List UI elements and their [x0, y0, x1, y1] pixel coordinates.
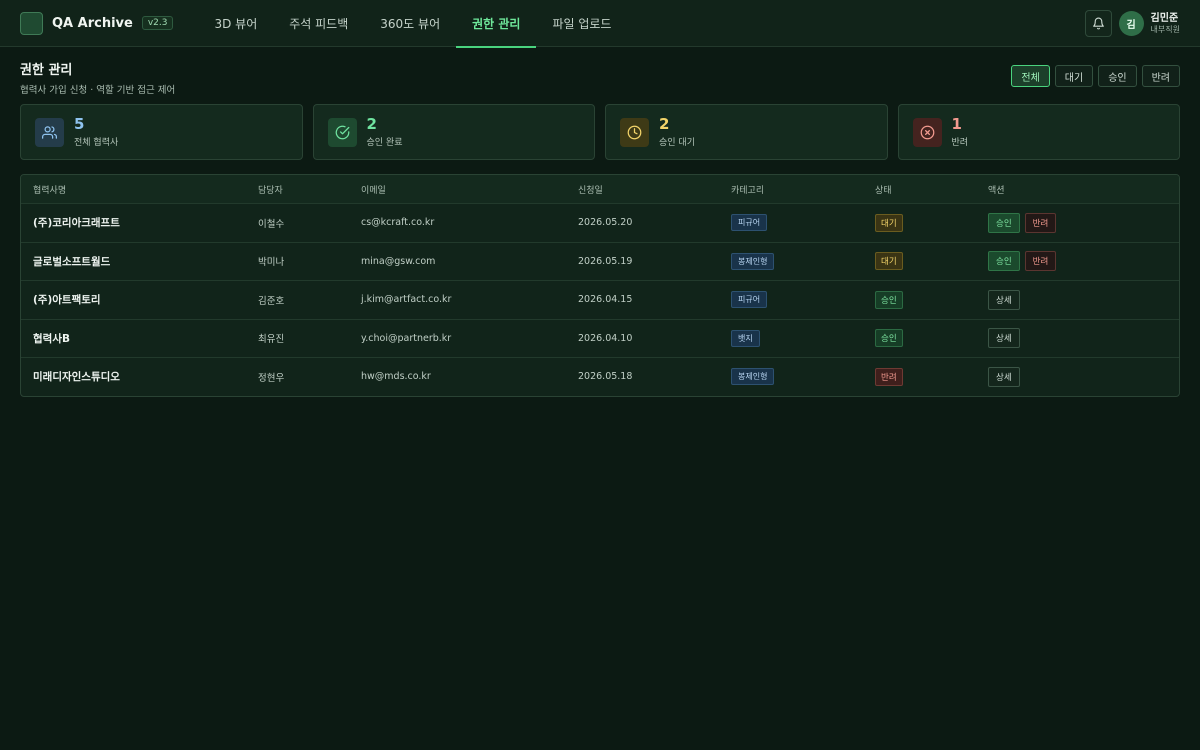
category-tag: 봉제인형	[731, 252, 775, 270]
stat-value: 2	[366, 115, 377, 134]
top-navigation-bar: QA Archive v2.3 3D 뷰어 주석 피드백 360도 뷰어 권한 …	[0, 0, 1200, 48]
nav-tab-3d-viewer[interactable]: 3D 뷰어	[198, 0, 273, 47]
table-row: (주)코리아크래프트 이철수 cs@kcraft.co.kr 2026.05.2…	[21, 203, 1179, 242]
status-badge: 반려	[875, 367, 903, 386]
contact-name: 박미나	[258, 257, 285, 269]
filter-pending-button[interactable]: 대기	[1054, 65, 1094, 87]
stats-row: 5 전체 협력사 2 승인 완료 2 승인 대기 1 반려	[0, 104, 1200, 160]
category-tag: 봉제인형	[731, 368, 775, 386]
nav-tab-permissions[interactable]: 권한 관리	[456, 0, 537, 48]
status-badge: 대기	[875, 213, 903, 232]
column-header-category: 카테고리	[731, 185, 765, 196]
stat-card-total: 5 전체 협력사	[20, 104, 303, 160]
users-icon	[35, 117, 64, 147]
stat-card-approved: 2 승인 완료	[312, 104, 595, 160]
check-circle-icon	[327, 117, 357, 147]
user-info: 김민준 내부직원	[1151, 13, 1180, 34]
nav-tab-file-upload[interactable]: 파일 업로드	[536, 0, 627, 47]
table-header-row: 협력사명 담당자 이메일 신청일 카테고리 상태 액션	[21, 175, 1179, 203]
app-title: QA Archive	[52, 15, 133, 31]
stat-card-pending: 2 승인 대기	[605, 104, 888, 160]
bell-icon	[1092, 17, 1104, 30]
reject-button[interactable]: 반려	[1024, 251, 1057, 272]
company-name: (주)코리아크래프트	[33, 217, 120, 230]
table-row: 글로벌소프트월드 박미나 mina@gsw.com 2026.05.19 봉제인…	[21, 241, 1179, 281]
stat-label: 반려	[951, 137, 969, 148]
status-badge: 대기	[875, 252, 903, 271]
column-header-contact: 담당자	[258, 185, 283, 196]
email: y.choi@partnerb.kr	[361, 332, 452, 344]
approve-button[interactable]: 승인	[988, 212, 1020, 233]
filter-all-button[interactable]: 전체	[1011, 65, 1050, 87]
column-header-email: 이메일	[361, 185, 386, 196]
email: j.kim@artfact.co.kr	[361, 294, 452, 306]
apply-date: 2026.04.15	[578, 294, 633, 306]
detail-button[interactable]: 상세	[988, 328, 1020, 349]
column-header-status: 상태	[875, 185, 892, 196]
stat-label: 승인 완료	[366, 137, 403, 148]
notifications-button[interactable]	[1084, 10, 1112, 37]
reject-button[interactable]: 반려	[1024, 212, 1057, 233]
approve-button[interactable]: 승인	[988, 251, 1020, 272]
column-header-actions: 액션	[988, 185, 1005, 196]
table-row: 협력사B 최유진 y.choi@partnerb.kr 2026.04.10 뱃…	[21, 318, 1179, 358]
category-tag: 뱃지	[731, 329, 760, 347]
apply-date: 2026.05.20	[578, 217, 633, 229]
email: cs@kcraft.co.kr	[361, 217, 435, 229]
status-badge: 승인	[875, 290, 903, 309]
company-name: 글로벌소프트월드	[33, 255, 111, 268]
company-name: (주)아트팩토리	[33, 294, 101, 307]
table-row: 미래디자인스튜디오 정현우 hw@mds.co.kr 2026.05.18 봉제…	[21, 357, 1179, 396]
table-row: (주)아트팩토리 김준호 j.kim@artfact.co.kr 2026.04…	[21, 280, 1179, 319]
company-name: 협력사B	[33, 332, 70, 345]
company-name: 미래디자인스튜디오	[33, 371, 120, 384]
apply-date: 2026.04.10	[578, 332, 633, 344]
stat-value: 1	[951, 115, 962, 134]
contact-name: 정현우	[258, 372, 285, 384]
status-badge: 승인	[875, 329, 903, 348]
x-circle-icon	[912, 117, 942, 147]
version-badge: v2.3	[141, 16, 174, 30]
partner-table: 협력사명 담당자 이메일 신청일 카테고리 상태 액션 (주)코리아크래프트 이…	[20, 174, 1180, 397]
contact-name: 김준호	[258, 295, 285, 307]
detail-button[interactable]: 상세	[988, 289, 1020, 310]
filter-approved-button[interactable]: 승인	[1098, 65, 1137, 87]
user-role: 내부직원	[1150, 24, 1180, 34]
detail-button[interactable]: 상세	[988, 366, 1020, 387]
contact-name: 이철수	[258, 218, 285, 230]
column-header-date: 신청일	[578, 185, 603, 196]
clock-icon	[620, 117, 649, 147]
stat-label: 승인 대기	[659, 137, 695, 148]
app-logo	[20, 11, 43, 35]
apply-date: 2026.05.19	[578, 255, 633, 267]
avatar[interactable]: 김	[1118, 11, 1144, 36]
nav-tab-360-viewer[interactable]: 360도 뷰어	[364, 0, 456, 47]
apply-date: 2026.05.18	[578, 371, 633, 383]
user-area: 김 김민준 내부직원	[1084, 10, 1180, 37]
category-tag: 피규어	[731, 291, 768, 309]
stat-value: 2	[659, 115, 670, 134]
email: hw@mds.co.kr	[361, 371, 431, 383]
column-header-company: 협력사명	[33, 185, 67, 196]
nav-tab-annotation-feedback[interactable]: 주석 피드백	[273, 0, 364, 47]
stat-card-rejected: 1 반려	[897, 104, 1180, 160]
user-name: 김민준	[1150, 13, 1179, 25]
status-filter-group: 전체 대기 승인 반려	[1006, 65, 1180, 87]
main-nav: 3D 뷰어 주석 피드백 360도 뷰어 권한 관리 파일 업로드	[198, 0, 627, 48]
filter-rejected-button[interactable]: 반려	[1141, 65, 1180, 87]
stat-label: 전체 협력사	[74, 137, 119, 148]
page-header: 권한 관리 협력사 가입 신청 · 역할 기반 접근 제어 전체 대기 승인 반…	[0, 47, 1200, 104]
contact-name: 최유진	[258, 334, 285, 346]
category-tag: 피규어	[731, 214, 768, 232]
email: mina@gsw.com	[361, 255, 436, 267]
stat-value: 5	[74, 115, 85, 134]
